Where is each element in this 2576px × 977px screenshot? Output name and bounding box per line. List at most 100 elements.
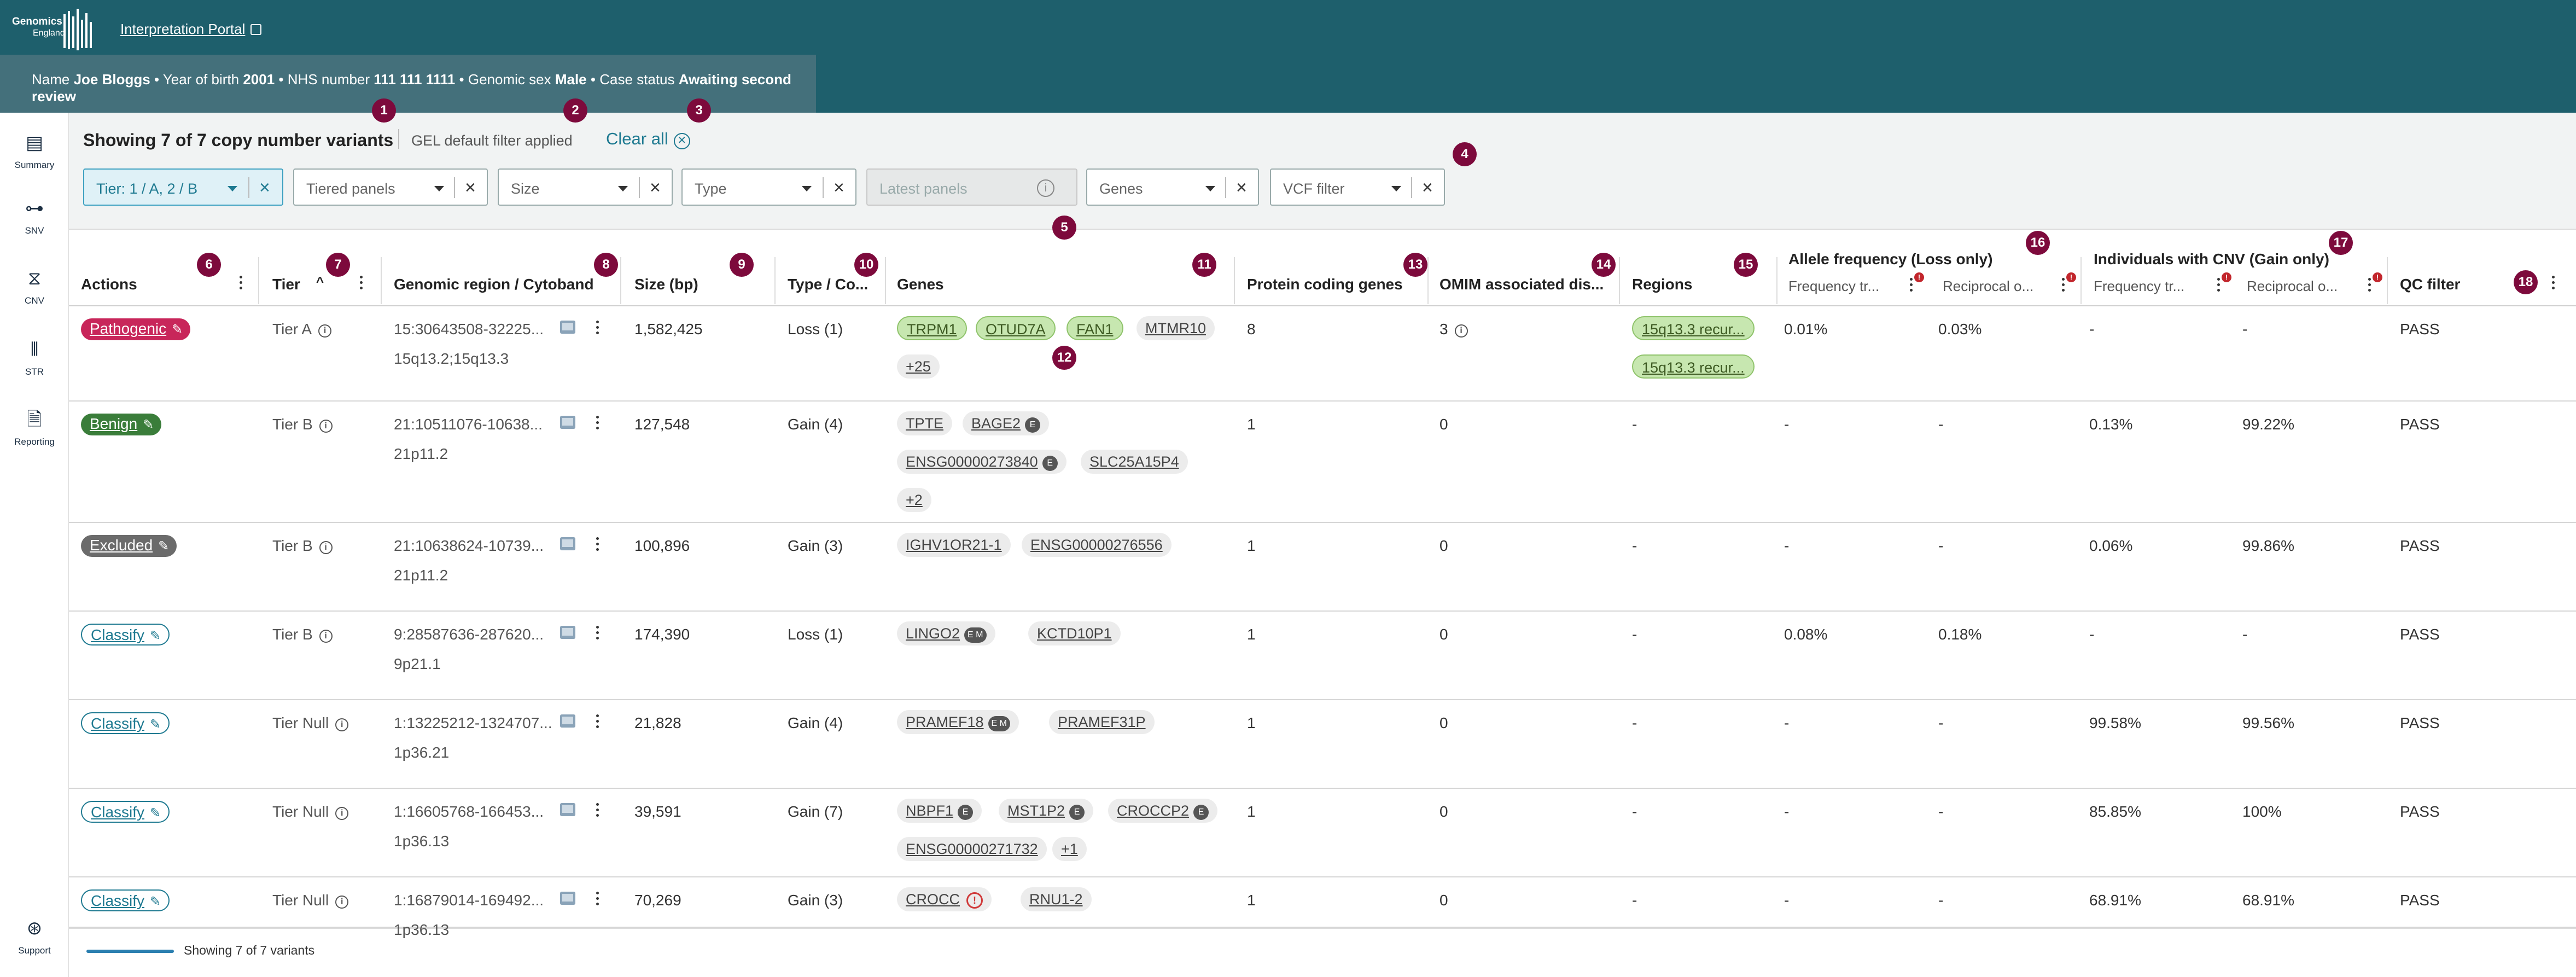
igv-viewer-icon[interactable] xyxy=(560,416,575,429)
col-genomic-region: Genomic region / Cytoband xyxy=(394,276,594,293)
column-menu-icon[interactable] xyxy=(1909,278,1913,293)
gene-chip[interactable]: KCTD10P1 xyxy=(1028,621,1121,645)
info-icon[interactable]: i xyxy=(335,718,349,731)
gene-chip[interactable]: PRAMEF18 E M xyxy=(897,710,1019,734)
col-tier[interactable]: Tier xyxy=(272,276,300,293)
igv-viewer-icon[interactable] xyxy=(560,892,575,905)
nav-summary[interactable]: ▤ Summary xyxy=(0,130,69,171)
info-icon[interactable]: i xyxy=(318,324,332,338)
clear-icon[interactable]: × xyxy=(834,177,844,199)
nav-cnv[interactable]: ⧖ CNV xyxy=(0,266,69,306)
row-menu-icon[interactable] xyxy=(595,714,599,730)
gene-chip[interactable]: CROCC! xyxy=(897,887,992,911)
pencil-icon[interactable]: ✎ xyxy=(143,417,154,433)
gene-chip[interactable]: IGHV1OR21-1 xyxy=(897,533,1011,557)
classification-chip[interactable]: Excluded ✎ xyxy=(81,535,177,557)
chevron-down-icon[interactable] xyxy=(1391,186,1401,191)
gene-chip[interactable]: FAN1 xyxy=(1066,316,1123,340)
info-icon[interactable]: i xyxy=(319,630,333,643)
chevron-down-icon[interactable] xyxy=(228,186,237,191)
tier-filter[interactable]: Tier: 1 / A, 2 / B × xyxy=(83,168,283,206)
gene-chip[interactable]: MST1P2 E xyxy=(999,799,1094,823)
pencil-icon[interactable]: ✎ xyxy=(150,894,161,910)
row-menu-icon[interactable] xyxy=(595,321,599,336)
gene-chip[interactable]: BAGE2 E xyxy=(963,411,1050,435)
sort-ascending-icon[interactable]: ^ xyxy=(316,275,324,290)
gene-chip[interactable]: PRAMEF31P xyxy=(1049,710,1155,734)
genomics-england-logo[interactable]: Genomics England xyxy=(12,9,94,53)
gene-chip[interactable]: ENSG00000273840 E xyxy=(897,450,1066,474)
info-icon[interactable]: i xyxy=(335,807,349,820)
region-chip[interactable]: 15q13.3 recur... xyxy=(1632,354,1755,379)
info-icon[interactable]: i xyxy=(335,895,349,909)
info-icon[interactable]: i xyxy=(319,420,333,433)
gene-chip[interactable]: +1 xyxy=(1052,837,1087,861)
chevron-down-icon[interactable] xyxy=(618,186,628,191)
column-menu-icon[interactable] xyxy=(2061,278,2065,293)
gene-chip[interactable]: OTUD7A xyxy=(976,316,1056,340)
classification-chip[interactable]: Classify ✎ xyxy=(81,801,170,823)
classification-chip[interactable]: Classify ✎ xyxy=(81,889,170,911)
gene-chip[interactable]: ENSG00000271732 xyxy=(897,837,1047,861)
info-icon[interactable]: i xyxy=(1037,179,1054,197)
pencil-icon[interactable]: ✎ xyxy=(158,538,169,554)
gene-chip[interactable]: SLC25A15P4 xyxy=(1081,450,1188,474)
pencil-icon[interactable]: ✎ xyxy=(150,805,161,821)
column-menu-icon[interactable] xyxy=(359,276,363,291)
clear-icon[interactable]: × xyxy=(1422,177,1433,199)
classification-chip[interactable]: Benign ✎ xyxy=(81,414,162,435)
column-menu-icon[interactable] xyxy=(2216,278,2221,293)
row-menu-icon[interactable] xyxy=(595,416,599,431)
igv-viewer-icon[interactable] xyxy=(560,626,575,639)
igv-viewer-icon[interactable] xyxy=(560,803,575,816)
pencil-icon[interactable]: ✎ xyxy=(150,717,161,732)
size-filter[interactable]: Size × xyxy=(498,168,673,206)
gene-chip[interactable]: CROCCP2 E xyxy=(1108,799,1218,823)
gene-chip[interactable]: ENSG00000276556 xyxy=(1022,533,1172,557)
classification-chip[interactable]: Classify ✎ xyxy=(81,712,170,734)
row-menu-icon[interactable] xyxy=(595,626,599,641)
nav-str[interactable]: ⫴ STR xyxy=(0,337,69,377)
pencil-icon[interactable]: ✎ xyxy=(150,628,161,644)
clear-icon[interactable]: × xyxy=(650,177,661,199)
tiered-panels-filter[interactable]: Tiered panels × xyxy=(293,168,488,206)
info-icon[interactable]: i xyxy=(1454,324,1468,338)
column-menu-icon[interactable] xyxy=(238,276,243,291)
chevron-down-icon[interactable] xyxy=(434,186,444,191)
column-menu-icon[interactable] xyxy=(2367,278,2371,293)
info-icon[interactable]: i xyxy=(319,541,333,554)
gene-chip[interactable]: +25 xyxy=(897,354,940,379)
pencil-icon[interactable]: ✎ xyxy=(172,322,183,338)
column-divider xyxy=(620,257,621,304)
row-menu-icon[interactable] xyxy=(595,892,599,907)
gene-chip[interactable]: NBPF1 E xyxy=(897,799,982,823)
gene-chip[interactable]: MTMR10 xyxy=(1137,316,1215,340)
igv-viewer-icon[interactable] xyxy=(560,714,575,728)
row-menu-icon[interactable] xyxy=(595,537,599,553)
gene-chip[interactable]: +2 xyxy=(897,488,931,512)
clear-all-button[interactable]: Clear all ✕ xyxy=(606,129,690,149)
column-menu-icon[interactable] xyxy=(2551,276,2555,291)
classification-chip[interactable]: Pathogenic ✎ xyxy=(81,318,191,340)
vcf-filter[interactable]: VCF filter × xyxy=(1270,168,1445,206)
clear-icon[interactable]: × xyxy=(465,177,476,199)
gene-chip[interactable]: RNU1-2 xyxy=(1021,887,1092,911)
interpretation-portal-link[interactable]: Interpretation Portal xyxy=(120,21,262,38)
genes-filter[interactable]: Genes × xyxy=(1086,168,1259,206)
chevron-down-icon[interactable] xyxy=(1205,186,1215,191)
row-menu-icon[interactable] xyxy=(595,803,599,818)
nav-reporting[interactable]: 🗎 Reporting xyxy=(0,407,69,447)
classification-chip[interactable]: Classify ✎ xyxy=(81,624,170,645)
gene-chip[interactable]: TPTE xyxy=(897,411,953,435)
igv-viewer-icon[interactable] xyxy=(560,321,575,334)
igv-viewer-icon[interactable] xyxy=(560,537,575,550)
nav-support[interactable]: ⊛ Support xyxy=(0,916,69,956)
clear-icon[interactable]: × xyxy=(259,177,270,199)
gene-chip[interactable]: LINGO2 E M xyxy=(897,621,995,645)
type-filter[interactable]: Type × xyxy=(681,168,856,206)
clear-icon[interactable]: × xyxy=(1236,177,1247,199)
region-chip[interactable]: 15q13.3 recur... xyxy=(1632,316,1755,340)
gene-chip[interactable]: TRPM1 xyxy=(897,316,967,340)
chevron-down-icon[interactable] xyxy=(802,186,812,191)
nav-snv[interactable]: ⊶ SNV xyxy=(0,196,69,236)
